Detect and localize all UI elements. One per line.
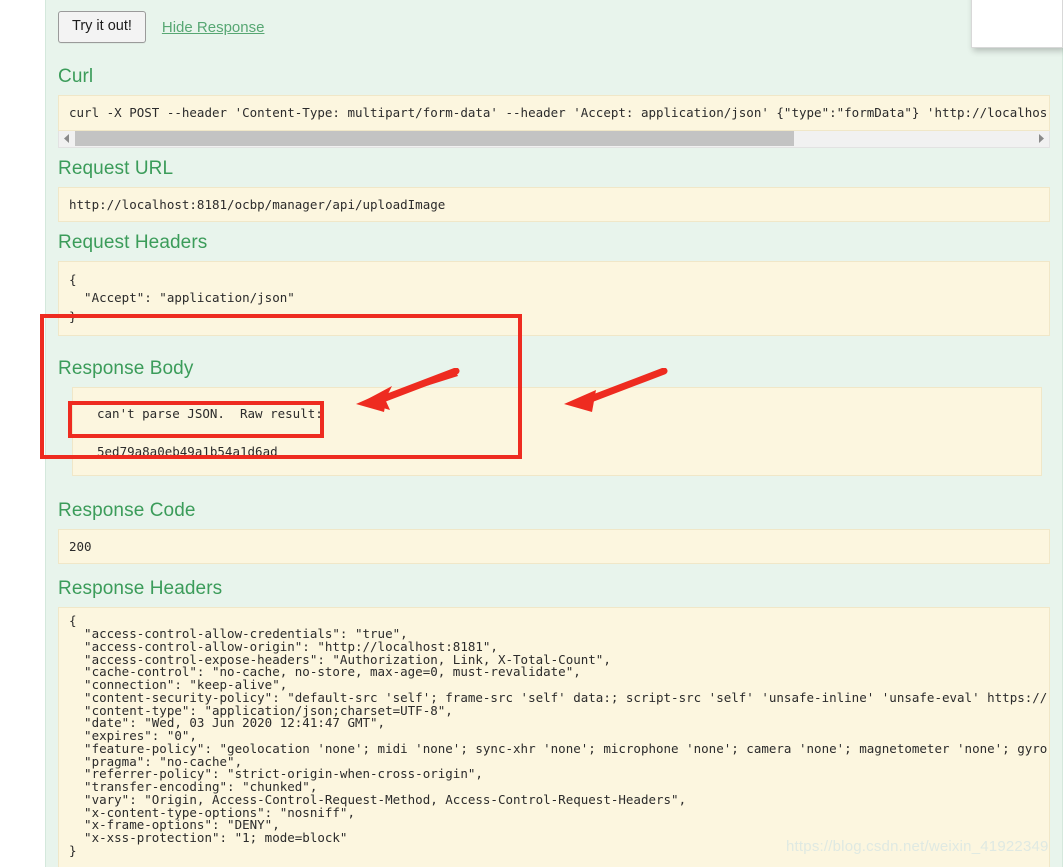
- overlay-popup-panel: [971, 0, 1063, 48]
- curl-horizontal-scrollbar[interactable]: [58, 130, 1050, 148]
- request-url-heading: Request URL: [58, 157, 174, 179]
- response-body-box: can't parse JSON. Raw result: 5ed79a8a0e…: [72, 386, 1042, 476]
- screenshot-root: Try it out! Hide Response Curl curl -X P…: [0, 0, 1063, 867]
- panel-content: Try it out! Hide Response Curl curl -X P…: [46, 0, 1062, 867]
- action-row: Try it out! Hide Response: [58, 8, 1050, 56]
- response-body-message: can't parse JSON. Raw result:: [97, 405, 323, 421]
- response-headers-heading: Response Headers: [58, 578, 223, 600]
- scroll-right-arrow-icon[interactable]: [1033, 131, 1049, 147]
- response-code-heading: Response Code: [58, 499, 196, 521]
- curl-scroll-thumb[interactable]: [75, 131, 794, 147]
- response-body-heading: Response Body: [58, 357, 194, 379]
- hide-response-link[interactable]: Hide Response: [162, 19, 265, 36]
- curl-code-block: curl -X POST --header 'Content-Type: mul…: [58, 95, 1050, 131]
- curl-heading: Curl: [58, 66, 94, 87]
- response-body-raw-result: 5ed79a8a0eb49a1b54a1d6ad: [97, 443, 278, 459]
- response-code-value: 200: [58, 528, 1050, 565]
- watermark-text: https://blog.csdn.net/weixin_41922349: [786, 838, 1049, 855]
- try-it-out-button[interactable]: Try it out!: [58, 11, 146, 43]
- request-headers-code-block: { "Accept": "application/json" }: [58, 261, 1050, 336]
- scroll-left-arrow-icon[interactable]: [59, 131, 75, 147]
- response-headers-code-block: { "access-control-allow-credentials": "t…: [58, 607, 1050, 867]
- curl-scroll-track[interactable]: [75, 131, 1033, 147]
- request-url-code-block: http://localhost:8181/ocbp/manager/api/u…: [58, 186, 1050, 223]
- swagger-response-panel: Try it out! Hide Response Curl curl -X P…: [45, 0, 1063, 867]
- request-headers-heading: Request Headers: [58, 232, 208, 254]
